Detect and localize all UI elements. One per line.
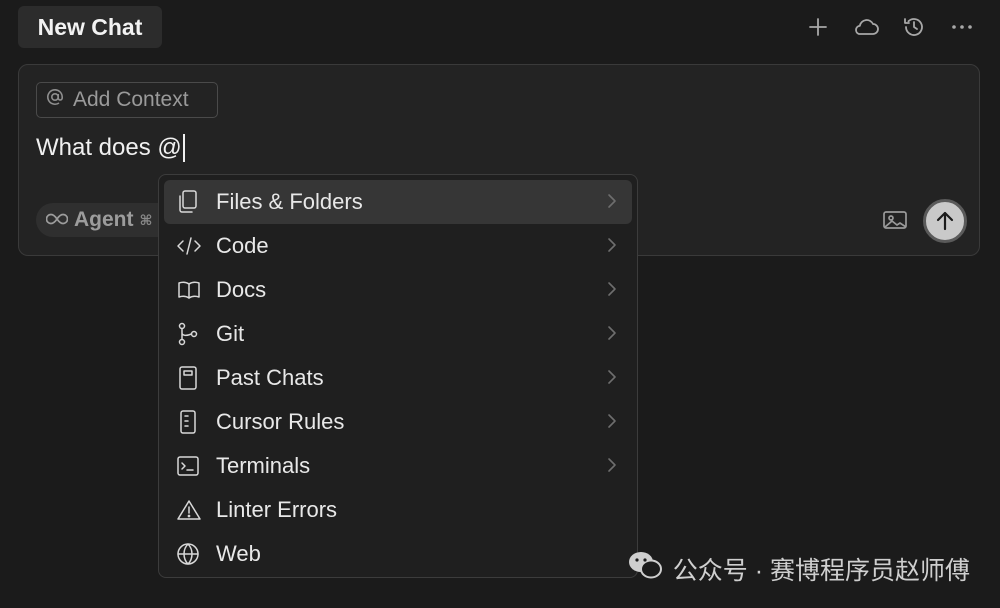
text-caret — [182, 134, 185, 162]
menu-item-files-folders[interactable]: Files & Folders — [164, 180, 632, 224]
book-icon — [176, 276, 204, 304]
arrow-up-icon — [936, 211, 954, 231]
chevron-right-icon — [606, 453, 618, 479]
globe-icon — [176, 540, 204, 568]
menu-item-terminals[interactable]: Terminals — [164, 444, 632, 488]
prompt-text: What does @ — [36, 134, 182, 161]
prompt-input[interactable]: What does @ — [36, 134, 185, 162]
tab-new-chat[interactable]: New Chat — [18, 6, 162, 48]
menu-item-code[interactable]: Code — [164, 224, 632, 268]
history-icon — [904, 18, 923, 36]
more-icon — [952, 25, 972, 29]
chevron-right-icon — [606, 365, 618, 391]
menu-item-past-chats[interactable]: Past Chats — [164, 356, 632, 400]
git-branch-icon — [176, 320, 204, 348]
menu-item-label: Web — [216, 541, 261, 566]
chevron-right-icon — [606, 233, 618, 259]
menu-item-label: Code — [216, 233, 269, 258]
chevron-right-icon — [606, 409, 618, 435]
menu-item-label: Terminals — [216, 453, 311, 478]
menu-item-label: Git — [216, 321, 245, 346]
tab-title: New Chat — [37, 13, 143, 40]
infinity-icon — [45, 208, 69, 232]
files-icon — [176, 188, 204, 216]
menu-item-docs[interactable]: Docs — [164, 268, 632, 312]
add-context-label: Add Context — [73, 88, 189, 111]
at-sign-icon — [45, 87, 65, 113]
more-button[interactable] — [948, 12, 976, 42]
menu-item-cursor-rules[interactable]: Cursor Rules — [164, 400, 632, 444]
cloud-button[interactable] — [852, 12, 880, 42]
history-button[interactable] — [900, 12, 928, 42]
menu-item-label: Past Chats — [216, 365, 324, 390]
wechat-icon — [627, 550, 663, 587]
terminal-icon — [176, 452, 204, 480]
watermark: 公众号 · 赛博程序员赵师傅 — [627, 550, 970, 587]
mode-label: Agent — [74, 208, 134, 231]
new-chat-button[interactable] — [804, 12, 832, 42]
menu-item-label: Files & Folders — [216, 189, 363, 214]
menu-item-label: Cursor Rules — [216, 409, 345, 434]
mode-shortcut: ⌘ — [139, 211, 153, 228]
menu-item-label: Linter Errors — [216, 497, 338, 522]
attach-image-button[interactable] — [881, 207, 909, 233]
chevron-right-icon — [606, 277, 618, 303]
send-button[interactable] — [923, 199, 967, 243]
chevron-right-icon — [606, 321, 618, 347]
code-icon — [176, 232, 204, 260]
image-icon — [883, 211, 907, 229]
header-actions — [804, 12, 976, 42]
menu-item-web[interactable]: Web — [164, 532, 632, 576]
warning-icon — [176, 496, 204, 524]
plus-icon — [809, 18, 827, 36]
rules-icon — [176, 408, 204, 436]
chevron-right-icon — [606, 189, 618, 215]
cloud-icon — [855, 19, 879, 35]
notebook-icon — [176, 364, 204, 392]
mention-menu: Files & Folders Code Docs Git Past Chats — [158, 174, 638, 578]
watermark-text: 公众号 · 赛博程序员赵师傅 — [672, 556, 970, 585]
menu-item-git[interactable]: Git — [164, 312, 632, 356]
add-context-button[interactable]: Add Context — [36, 82, 218, 118]
menu-item-label: Docs — [216, 277, 267, 302]
menu-item-linter-errors[interactable]: Linter Errors — [164, 488, 632, 532]
